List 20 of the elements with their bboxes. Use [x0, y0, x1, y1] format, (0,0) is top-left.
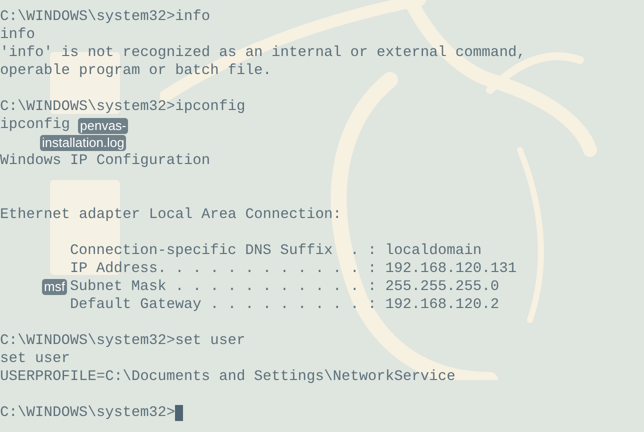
file-label: msf [42, 279, 67, 295]
terminal-line: 'info' is not recognized as an internal or external command, [0, 44, 526, 62]
terminal-line: Ethernet adapter Local Area Connection: [0, 206, 342, 224]
file-label: installation.log [40, 135, 126, 151]
terminal-prompt: C:\WINDOWS\system32> [0, 404, 176, 422]
terminal-line: info [0, 26, 36, 44]
terminal-line: Subnet Mask . . . . . . . . . . . : 255.255.255.0 [70, 278, 500, 296]
terminal-line: USERPROFILE=C:\Documents and Settings\NetworkService [0, 368, 456, 386]
terminal-line: Connection-specific DNS Suffix . : localdomain [70, 242, 482, 260]
terminal-line: operable program or batch file. [0, 62, 272, 80]
terminal-line: ipconfig [0, 116, 70, 134]
terminal-line: C:\WINDOWS\system32>set user [0, 332, 246, 350]
text-cursor [175, 405, 184, 421]
terminal-line: C:\WINDOWS\system32>ipconfig [0, 98, 246, 116]
terminal-line: set user [0, 350, 70, 368]
file-label: penvas- [78, 118, 128, 134]
terminal-line: IP Address. . . . . . . . . . . . : 192.168.120.131 [70, 260, 517, 278]
terminal-line: Default Gateway . . . . . . . . . : 192.168.120.2 [70, 296, 500, 314]
terminal-line: Windows IP Configuration [0, 152, 210, 170]
terminal-line: C:\WINDOWS\system32>info [0, 8, 210, 26]
